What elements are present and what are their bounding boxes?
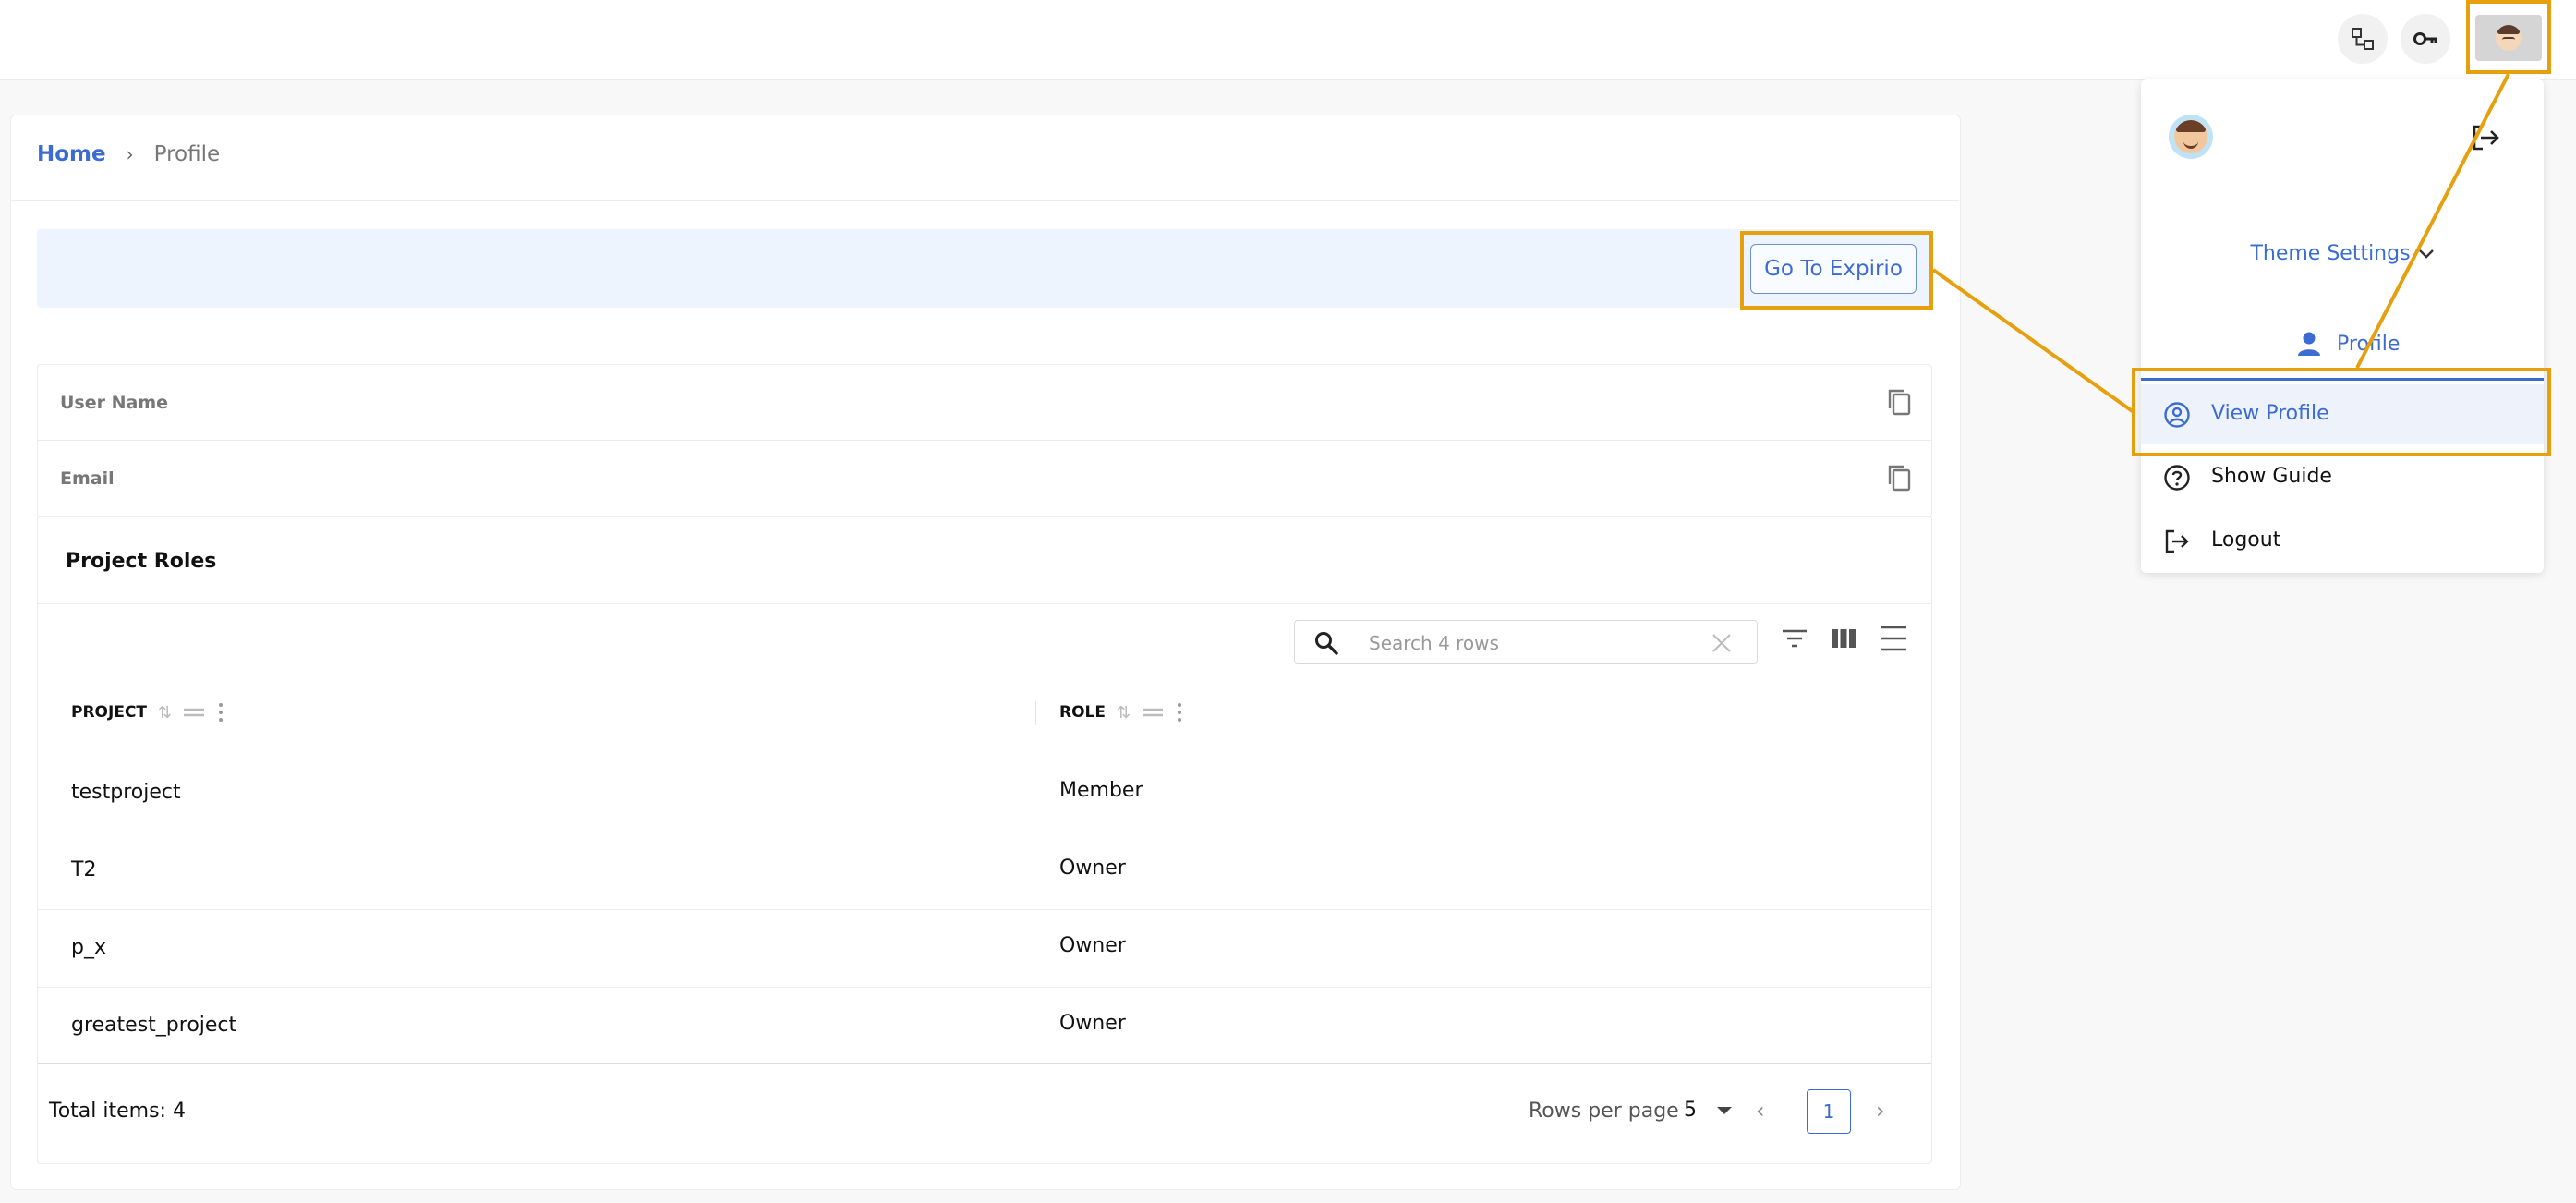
table-search [1294, 620, 1758, 664]
profile-tab[interactable]: Profile [2296, 331, 2400, 357]
sort-icon[interactable]: ⇅ [158, 703, 172, 723]
column-header-role[interactable]: ROLE ⇅ [1059, 701, 1184, 723]
top-bar [0, 0, 2576, 80]
column-divider[interactable] [1035, 701, 1036, 725]
table-row[interactable]: greatest_project Owner [38, 988, 1931, 1064]
email-label: Email [60, 468, 115, 489]
breadcrumb-current: Profile [153, 142, 221, 166]
breadcrumb-home-link[interactable]: Home [37, 142, 106, 166]
columns-icon[interactable] [1828, 623, 1859, 654]
person-icon [2298, 332, 2320, 356]
rows-per-page-select[interactable]: 5 [1684, 1099, 1697, 1122]
table-row[interactable]: T2 Owner [38, 832, 1931, 910]
chevron-down-icon [2418, 249, 2434, 259]
expirio-banner [37, 229, 1932, 308]
role-cell: Owner [1059, 934, 1126, 957]
project-roles-title: Project Roles [66, 550, 217, 573]
user-menu: Theme Settings Profile View Profile Show… [2141, 79, 2544, 573]
role-cell: Member [1059, 779, 1143, 802]
theme-settings-toggle[interactable]: Theme Settings [2250, 242, 2435, 265]
profile-tab-label: Profile [2337, 332, 2401, 356]
previous-page-button[interactable]: ‹ [1756, 1098, 1765, 1124]
search-input[interactable] [1367, 628, 1703, 658]
column-header-project[interactable]: PROJECT ⇅ [71, 701, 225, 723]
project-roles-table: Project Roles PROJECT ⇅ ROLE ⇅ testproje [37, 516, 1932, 1164]
table-row[interactable]: testproject Member [38, 755, 1931, 832]
divider [38, 603, 1931, 604]
current-page-button[interactable]: 1 [1807, 1089, 1851, 1134]
logout-icon [2165, 529, 2189, 553]
project-cell: greatest_project [71, 1014, 237, 1037]
diagram-icon-button[interactable] [2338, 14, 2388, 64]
menu-item-label: Show Guide [2211, 465, 2332, 488]
menu-item-logout[interactable]: Logout [2141, 511, 2544, 570]
drag-handle-icon[interactable] [183, 706, 205, 719]
project-cell: T2 [71, 858, 97, 881]
connector-line [1931, 268, 2135, 414]
next-page-button[interactable]: › [1876, 1098, 1885, 1124]
user-info-box: User Name Email [37, 364, 1932, 517]
copy-icon[interactable] [1885, 387, 1913, 417]
logout-icon[interactable] [2470, 122, 2501, 153]
diagram-icon [2352, 28, 2374, 50]
sort-icon[interactable]: ⇅ [1117, 703, 1131, 723]
theme-settings-label: Theme Settings [2250, 242, 2411, 265]
table-footer: Total items: 4 Rows per page 5 ‹ 1 › [38, 1063, 1931, 1164]
copy-icon[interactable] [1885, 463, 1913, 492]
total-items: Total items: 4 [49, 1100, 186, 1123]
table-row[interactable]: p_x Owner [38, 910, 1931, 988]
key-icon [2413, 32, 2437, 45]
role-cell: Owner [1059, 1012, 1126, 1035]
drag-handle-icon[interactable] [1142, 706, 1164, 719]
breadcrumb: Home › Profile [37, 142, 220, 166]
column-header-label: PROJECT [71, 703, 148, 722]
search-icon [1315, 632, 1338, 655]
user-name-label: User Name [60, 393, 169, 413]
help-icon [2164, 465, 2190, 491]
column-header-label: ROLE [1059, 703, 1106, 722]
more-vertical-icon[interactable] [216, 701, 225, 723]
menu-avatar [2169, 115, 2213, 159]
user-name-row: User Name [38, 365, 1931, 441]
rows-per-page-label: Rows per page [1529, 1100, 1679, 1123]
email-row: Email [38, 441, 1931, 516]
highlight-box-view-profile [2132, 368, 2551, 456]
highlight-box-avatar [2466, 0, 2551, 74]
role-cell: Owner [1059, 857, 1126, 880]
highlight-box-goto-button [1740, 231, 1933, 310]
chevron-right-icon: › [126, 143, 134, 165]
project-cell: testproject [71, 781, 181, 804]
key-icon-button[interactable] [2401, 14, 2450, 64]
menu-item-label: Logout [2211, 529, 2281, 552]
clear-icon[interactable] [1711, 632, 1733, 654]
project-cell: p_x [71, 936, 106, 959]
more-vertical-icon[interactable] [1175, 701, 1184, 723]
filter-icon[interactable] [1779, 623, 1810, 654]
density-icon[interactable] [1878, 623, 1909, 654]
caret-down-icon[interactable] [1717, 1107, 1732, 1114]
